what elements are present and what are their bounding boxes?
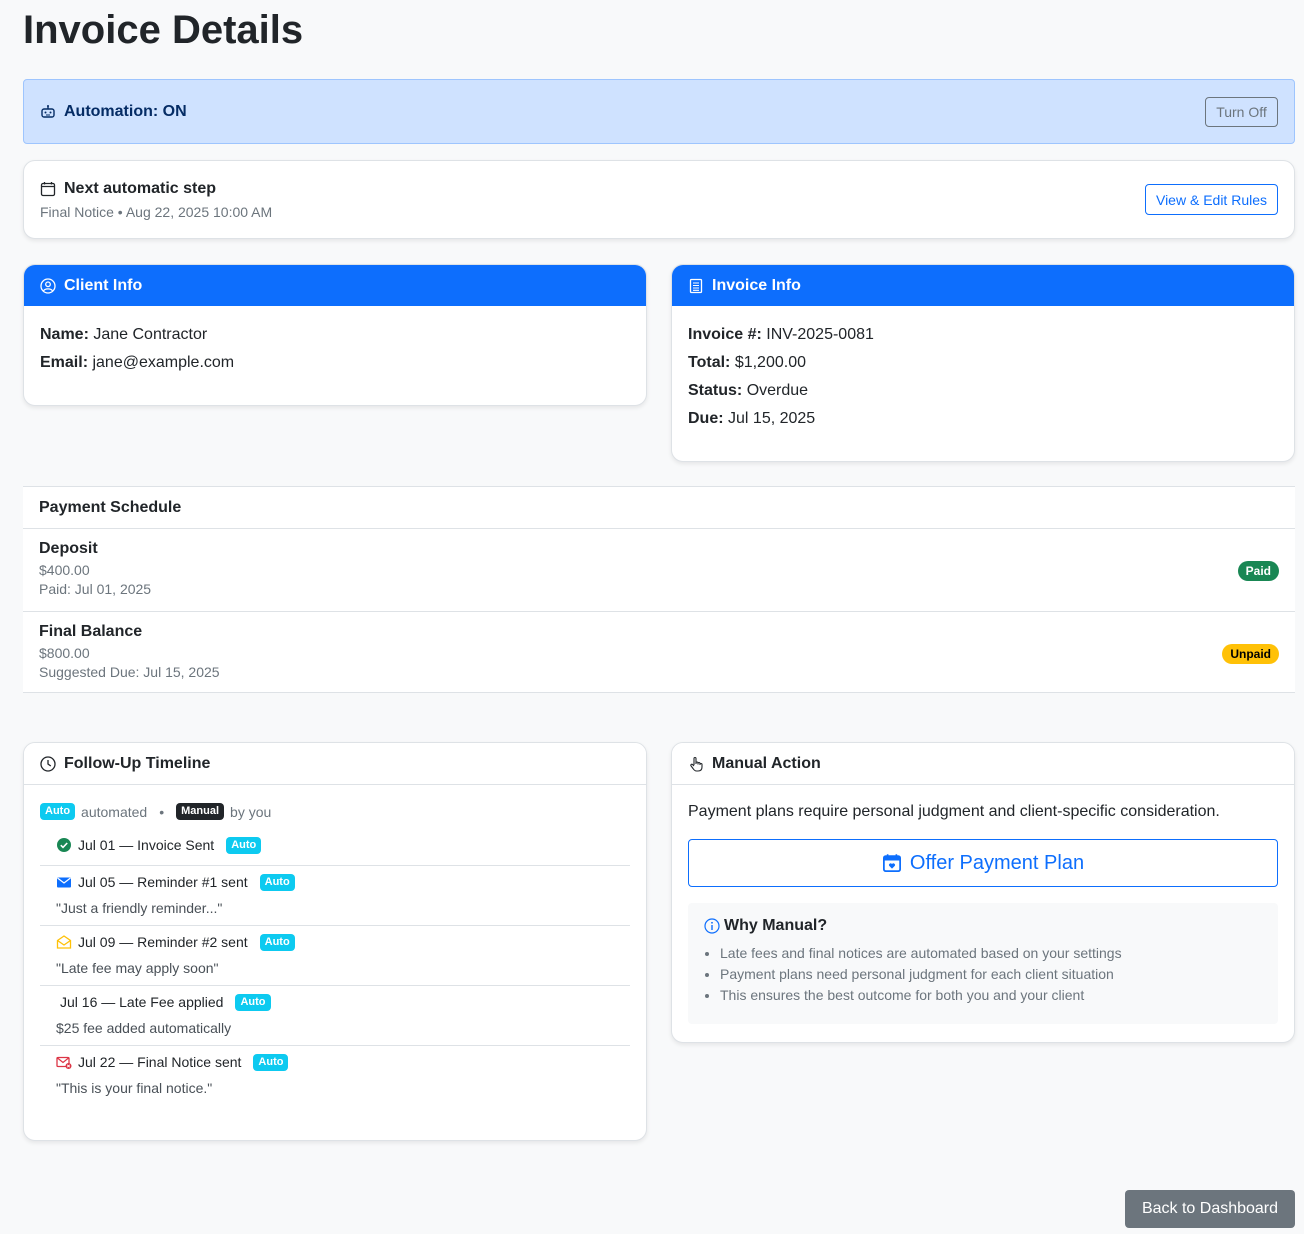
- invoice-status: Status: Overdue: [688, 382, 809, 399]
- timeline-item: Jul 05 — Reminder #1 sent Auto "Just a f…: [40, 866, 630, 926]
- timeline-item: Jul 22 — Final Notice sent Auto "This is…: [40, 1046, 630, 1105]
- auto-badge: Auto: [235, 993, 271, 1011]
- auto-badge: Auto: [259, 933, 295, 951]
- reason-item: Late fees and final notices are automate…: [720, 945, 1262, 966]
- document-icon: [689, 278, 703, 293]
- invoice-info-header: Invoice Info: [672, 265, 1294, 306]
- status-badge: Unpaid: [1222, 644, 1279, 664]
- status-badge: Paid: [1237, 561, 1279, 581]
- next-step-title: Next automatic step: [64, 180, 217, 197]
- hand-pointer-icon: [690, 756, 703, 772]
- back-to-dashboard-button[interactable]: Back to Dashboard: [1125, 1190, 1295, 1228]
- info-circle-icon: [704, 918, 720, 934]
- timeline-item: Jul 16 — Late Fee applied Auto $25 fee a…: [40, 986, 630, 1046]
- auto-badge: Auto: [226, 836, 262, 854]
- clock-icon: [40, 755, 56, 772]
- manual-action-header: Manual Action: [672, 743, 1294, 785]
- client-info-header: Client Info: [24, 265, 646, 306]
- auto-badge: Auto: [40, 803, 76, 820]
- timeline-header: Follow-Up Timeline: [24, 743, 646, 785]
- automation-status: Automation: ON: [64, 102, 187, 120]
- timeline-item: Jul 01 — Invoice Sent Auto: [40, 829, 630, 866]
- offer-payment-plan-button[interactable]: Offer Payment Plan: [688, 839, 1278, 887]
- timeline-item: Jul 09 — Reminder #2 sent Auto "Late fee…: [40, 926, 630, 986]
- manual-badge: Manual: [176, 803, 225, 820]
- manual-action-card: Manual Action Payment plans require pers…: [671, 742, 1295, 1043]
- payment-schedule-card: Payment Schedule Deposit $400.00 Paid: J…: [23, 486, 1295, 693]
- turn-off-button[interactable]: Turn Off: [1205, 97, 1278, 127]
- view-edit-rules-button[interactable]: View & Edit Rules: [1145, 184, 1278, 215]
- payment-schedule-header: Payment Schedule: [23, 487, 1295, 529]
- invoice-number: Invoice #: INV-2025-0081: [688, 326, 874, 343]
- robot-icon: [41, 104, 55, 118]
- person-circle-icon: [40, 277, 56, 294]
- reason-item: This ensures the best outcome for both y…: [720, 987, 1262, 1008]
- client-info-card: Client Info Name: Jane Contractor Email:…: [23, 264, 647, 406]
- page-title: Invoice Details: [23, 8, 304, 52]
- why-manual-box: Why Manual? Late fees and final notices …: [688, 903, 1278, 1024]
- envelope-open-icon: [56, 935, 72, 949]
- reason-item: Payment plans need personal judgment for…: [720, 966, 1262, 987]
- auto-badge: Auto: [253, 1053, 289, 1071]
- envelope-icon: [57, 877, 71, 888]
- calendar-heart-icon: [882, 854, 901, 872]
- timeline-legend: Auto automated • Manual by you: [24, 785, 646, 820]
- invoice-due: Due: Jul 15, 2025: [688, 410, 816, 427]
- invoice-total: Total: $1,200.00: [688, 354, 806, 371]
- check-circle-icon: [57, 838, 71, 852]
- next-step-subtitle: Final Notice • Aug 22, 2025 10:00 AM: [40, 204, 273, 220]
- follow-up-timeline-card: Follow-Up Timeline Auto automated • Manu…: [23, 742, 647, 1141]
- schedule-row: Final Balance $800.00 Suggested Due: Jul…: [23, 612, 1295, 692]
- manual-action-description: Payment plans require personal judgment …: [688, 803, 1220, 820]
- auto-badge: Auto: [259, 873, 295, 891]
- schedule-row: Deposit $400.00 Paid: Jul 01, 2025 Paid: [23, 529, 1295, 612]
- invoice-info-card: Invoice Info Invoice #: INV-2025-0081 To…: [671, 264, 1295, 462]
- next-step-card: Next automatic step Final Notice • Aug 2…: [23, 160, 1295, 239]
- automation-banner: Automation: ON Turn Off: [23, 79, 1295, 144]
- calendar-icon: [40, 182, 56, 197]
- client-email: Email: jane@example.com: [40, 354, 235, 371]
- client-name: Name: Jane Contractor: [40, 326, 208, 343]
- envelope-x-icon: [56, 1056, 72, 1069]
